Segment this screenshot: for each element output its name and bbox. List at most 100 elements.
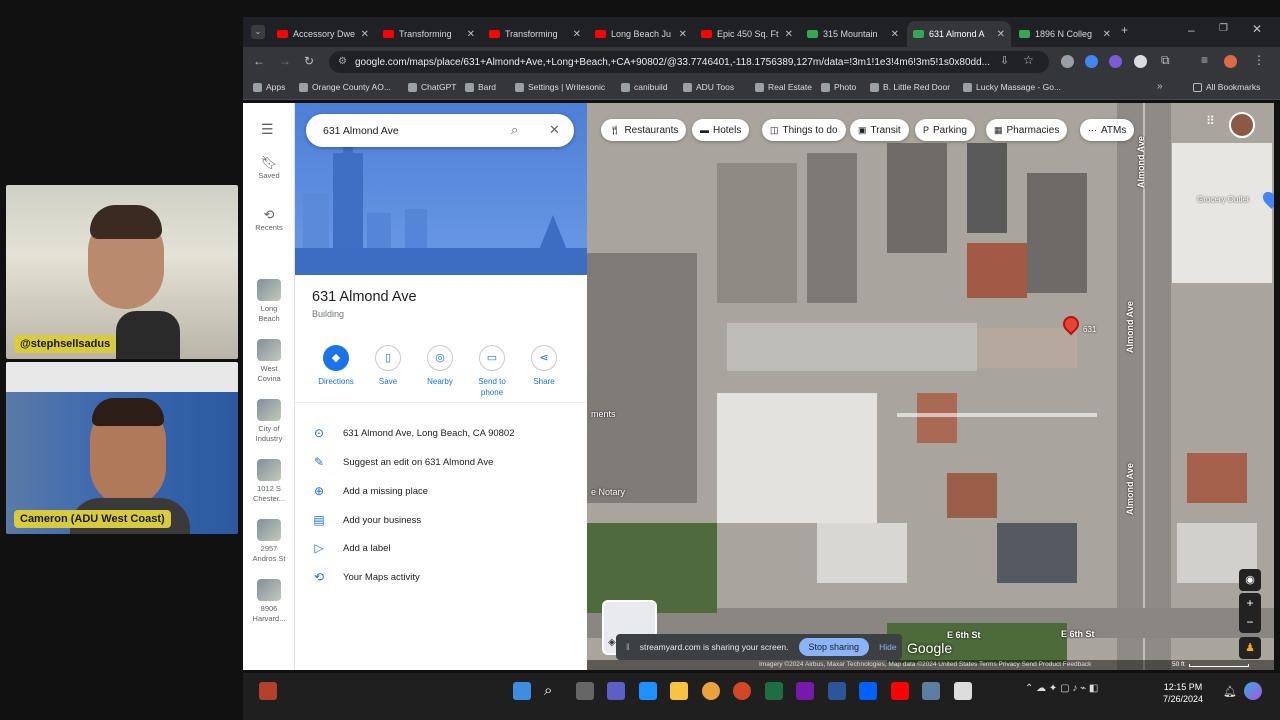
nearby-button[interactable]: ◎ Nearby [414, 343, 466, 387]
task-view-icon[interactable] [576, 682, 594, 700]
add-business-row[interactable]: ▤ Add your business [312, 513, 421, 527]
new-tab-icon[interactable]: + [1121, 23, 1128, 37]
bookmark-item[interactable]: Apps [253, 82, 285, 92]
dropbox-icon[interactable] [859, 682, 877, 700]
browser-tab[interactable]: Transforming ✕ [377, 21, 481, 47]
apps-grid-icon[interactable]: ⠿ [1206, 115, 1219, 128]
close-tab-icon[interactable]: ✕ [361, 29, 369, 40]
category-chip[interactable]: ▣ Transit [850, 119, 909, 141]
category-chip[interactable]: ▦ Pharmacies [986, 119, 1068, 141]
close-tab-icon[interactable]: ✕ [891, 29, 899, 40]
more-bookmarks-icon[interactable]: » [1157, 81, 1163, 92]
rail-recents[interactable]: ⟲ Recents [243, 208, 295, 233]
my-location-icon[interactable]: ◉ [1239, 569, 1261, 591]
bookmark-item[interactable]: Lucky Massage - Go... [963, 82, 1061, 92]
bookmark-item[interactable]: Orange County AO... [299, 82, 391, 92]
extension-icon[interactable] [1134, 55, 1147, 68]
rail-recent-place[interactable]: 8906 Harvard... [243, 579, 295, 624]
store-icon[interactable] [639, 682, 657, 700]
start-icon[interactable] [513, 682, 531, 700]
poi-label[interactable]: Grocery Outlet [1197, 195, 1249, 204]
extensions-puzzle-icon[interactable]: ⧉ [1161, 53, 1170, 68]
clear-search-icon[interactable]: ✕ [549, 122, 560, 138]
account-avatar[interactable] [1229, 112, 1255, 138]
category-chip[interactable]: ◫ Things to do [762, 119, 846, 141]
close-tab-icon[interactable]: ✕ [785, 29, 793, 40]
close-tab-icon[interactable]: ✕ [679, 29, 687, 40]
category-chip[interactable]: P Parking [915, 119, 975, 141]
powerpoint-icon[interactable] [733, 682, 751, 700]
pegman-icon[interactable]: ♟ [1239, 637, 1261, 659]
browser-tab[interactable]: Transforming ✕ [483, 21, 587, 47]
chrome-icon[interactable] [702, 682, 720, 700]
minimize-icon[interactable]: – [1188, 23, 1195, 37]
zoom-in-icon[interactable]: + [1239, 593, 1261, 613]
snipping-tool-icon[interactable] [954, 682, 972, 700]
bookmark-item[interactable]: Photo [821, 82, 856, 92]
bookmark-item[interactable]: canibuild [621, 82, 668, 92]
copilot-icon[interactable] [1244, 682, 1262, 700]
tab-search-icon[interactable]: ⌄ [251, 25, 265, 39]
extension-icon[interactable] [1061, 55, 1074, 68]
bookmark-item[interactable]: Real Estate [755, 82, 812, 92]
restore-icon[interactable]: ❐ [1219, 23, 1228, 34]
close-tab-icon[interactable]: ✕ [997, 29, 1005, 40]
browser-tab[interactable]: Long Beach Ju ✕ [589, 21, 693, 47]
category-chip[interactable]: ▬ Hotels [692, 119, 750, 141]
bookmark-item[interactable]: ChatGPT [408, 82, 456, 92]
site-info-icon[interactable]: ⚙ [338, 56, 347, 67]
suggest-edit-row[interactable]: ✎ Suggest an edit on 631 Almond Ave [312, 455, 493, 469]
system-tray-icons[interactable]: ⌃ ☁ ✦ ▢ ♪ ⌁ ◧ [1025, 683, 1098, 694]
profile-avatar-icon[interactable] [1224, 55, 1237, 68]
word-icon[interactable] [828, 682, 846, 700]
media-icon[interactable]: ≡ [1201, 53, 1208, 67]
rail-recent-place[interactable]: Long Beach [243, 279, 295, 324]
browser-tab[interactable]: Epic 450 Sq. Ft ✕ [695, 21, 799, 47]
add-missing-place-row[interactable]: ⊕ Add a missing place [312, 484, 428, 498]
bookmark-item[interactable]: B. Little Red Door [870, 82, 950, 92]
drag-handle-icon[interactable]: ‖ [626, 642, 630, 652]
back-icon[interactable]: ← [253, 54, 265, 68]
category-chip[interactable]: ⋯ ATMs [1080, 119, 1135, 141]
search-icon[interactable]: ⌕ [544, 682, 562, 700]
close-window-icon[interactable]: ✕ [1252, 22, 1262, 36]
menu-hamburger-icon[interactable]: ☰ [261, 121, 274, 138]
send-to-phone-button[interactable]: ▭ Send to phone [466, 343, 518, 398]
notifications-icon[interactable]: 🔔︎ [1223, 685, 1237, 698]
rail-recent-place[interactable]: 2957 Andros St [243, 519, 295, 564]
extension-icon[interactable] [1109, 55, 1122, 68]
close-tab-icon[interactable]: ✕ [1103, 29, 1111, 40]
rail-recent-place[interactable]: City of Industry [243, 399, 295, 444]
calculator-icon[interactable] [922, 682, 940, 700]
hide-button[interactable]: Hide [879, 642, 896, 652]
youtube-icon[interactable] [891, 682, 909, 700]
stop-sharing-button[interactable]: Stop sharing [798, 638, 870, 656]
file-explorer-icon[interactable] [670, 682, 688, 700]
browser-tab[interactable]: 315 Mountain ✕ [801, 21, 905, 47]
install-icon[interactable]: ⇩ [1000, 54, 1009, 67]
search-icon[interactable]: ⌕ [511, 122, 518, 138]
teams-icon[interactable] [607, 682, 625, 700]
rail-saved[interactable]: 🔖︎ Saved [243, 156, 295, 181]
search-box[interactable]: 631 Almond Ave ⌕ ✕ [306, 114, 574, 147]
address-bar[interactable]: ⚙ google.com/maps/place/631+Almond+Ave,+… [329, 51, 1049, 73]
browser-tab[interactable]: 631 Almond A ✕ [907, 21, 1011, 47]
rail-recent-place[interactable]: West Covina [243, 339, 295, 384]
browser-tab[interactable]: Accessory Dwe ✕ [271, 21, 375, 47]
close-tab-icon[interactable]: ✕ [573, 29, 581, 40]
excel-icon[interactable] [765, 682, 783, 700]
address-row[interactable]: ⊙ 631 Almond Ave, Long Beach, CA 90802 [312, 426, 515, 440]
save-button[interactable]: ▯ Save [362, 343, 414, 387]
clock[interactable]: 12:15 PM 7/26/2024 [1163, 681, 1203, 705]
bookmark-item[interactable]: Bard [465, 82, 496, 92]
search-input[interactable]: 631 Almond Ave [323, 125, 399, 137]
bookmark-item[interactable]: ADU Toos [683, 82, 734, 92]
bookmark-star-icon[interactable]: ☆ [1023, 53, 1034, 67]
weather-icon[interactable] [259, 682, 277, 700]
category-chip[interactable]: 🍴︎ Restaurants [601, 119, 687, 141]
satellite-map[interactable]: Almond Ave Almond Ave Almond Ave E 6th S… [587, 103, 1274, 670]
share-button[interactable]: ⋖ Share [518, 343, 570, 387]
menu-kebab-icon[interactable]: ⋮ [1253, 53, 1265, 67]
rail-recent-place[interactable]: 1012 S Chester... [243, 459, 295, 504]
directions-button[interactable]: ◆ Directions [310, 343, 362, 387]
